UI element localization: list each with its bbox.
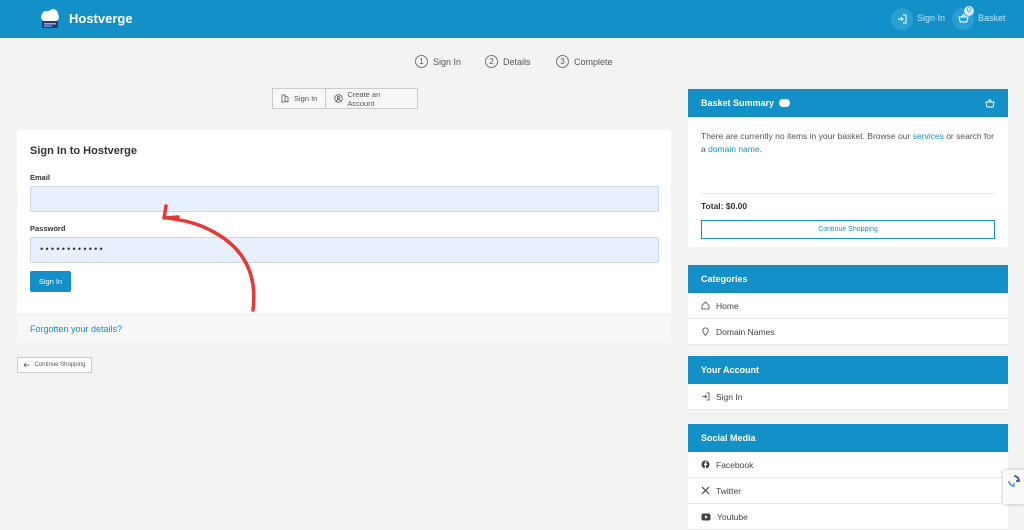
account-item-sign-in[interactable]: Sign In <box>688 384 1008 410</box>
youtube-icon <box>701 513 711 520</box>
email-field[interactable] <box>30 186 659 212</box>
basket-empty-text: There are currently no items in your bas… <box>701 130 996 156</box>
social-label: Youtube <box>717 511 748 522</box>
basket-count-badge: 0 <box>964 6 974 16</box>
social-label: Facebook <box>716 459 754 470</box>
create-account-button[interactable]: Create an Account <box>325 89 417 108</box>
step-number: 3 <box>556 55 569 68</box>
home-icon <box>701 301 710 310</box>
social-media-header: Social Media <box>688 424 1008 452</box>
signin-icon <box>281 94 289 103</box>
basket-nav-link[interactable]: Basket <box>978 13 1006 23</box>
social-item-youtube[interactable]: Youtube <box>688 504 1008 530</box>
annotation-arrow-icon <box>162 204 256 312</box>
basket-text-part: There are currently no items in your bas… <box>701 131 913 141</box>
social-label: Twitter <box>716 485 742 496</box>
arrow-left-icon <box>23 362 30 368</box>
account-list: Sign In <box>688 384 1008 410</box>
step-sign-in: 1 Sign In <box>415 55 461 68</box>
basket-icon <box>985 99 995 108</box>
signin-nav-icon[interactable] <box>891 8 913 30</box>
login-panel: Sign In to Hostverge Email Password ••••… <box>17 130 671 313</box>
password-label: Password <box>30 224 66 233</box>
facebook-icon <box>701 460 710 469</box>
loading-pill-icon <box>779 99 791 107</box>
social-list: Facebook Twitter Youtube <box>688 452 1008 530</box>
signin-submit-button[interactable]: Sign In <box>30 271 71 292</box>
basket-summary-title: Basket Summary <box>701 98 775 108</box>
top-navbar: Hostverge Sign In 0 Basket <box>0 0 1024 38</box>
user-circle-icon <box>334 94 344 103</box>
divider <box>701 193 995 194</box>
basket-summary-body: There are currently no items in your bas… <box>688 117 1008 247</box>
forgot-details-link[interactable]: Forgotten your details? <box>30 324 122 334</box>
basket-summary-header: Basket Summary <box>688 89 1008 117</box>
services-link[interactable]: services <box>913 131 944 141</box>
login-title: Sign In to Hostverge <box>30 145 137 157</box>
step-label: Complete <box>574 56 613 67</box>
forgot-details-bar: Forgotten your details? <box>17 316 671 343</box>
continue-shopping-label: Continue Shopping <box>34 362 86 368</box>
account-label: Sign In <box>716 391 743 402</box>
step-number: 2 <box>485 55 498 68</box>
step-details: 2 Details <box>485 55 531 68</box>
step-number: 1 <box>415 55 428 68</box>
continue-shopping-button[interactable]: Continue Shopping <box>17 357 92 373</box>
categories-header: Categories <box>688 265 1008 293</box>
sidebar: Basket Summary There are currently no it… <box>688 89 1008 530</box>
checkout-steps: 1 Sign In 2 Details 3 Complete <box>0 55 1024 71</box>
basket-text-part: . <box>759 144 762 154</box>
brand-name[interactable]: Hostverge <box>69 11 133 26</box>
sign-in-icon <box>702 392 710 401</box>
category-label: Domain Names <box>716 326 775 337</box>
signin-tab-label: Sign In <box>293 94 318 103</box>
email-label: Email <box>30 173 51 182</box>
recaptcha-icon <box>1008 475 1020 487</box>
create-account-label: Create an Account <box>347 89 381 108</box>
signin-tab-button[interactable]: Sign In <box>273 89 325 108</box>
step-complete: 3 Complete <box>556 55 613 68</box>
step-label: Sign In <box>433 56 462 67</box>
recaptcha-badge[interactable] <box>1003 470 1024 504</box>
logo-icon[interactable] <box>38 8 62 30</box>
category-item-home[interactable]: Home <box>688 293 1008 319</box>
auth-mode-toggle: Sign In Create an Account <box>272 88 418 109</box>
social-item-facebook[interactable]: Facebook <box>688 452 1008 478</box>
category-label: Home <box>716 300 739 311</box>
step-label: Details <box>503 56 531 67</box>
signin-nav-link[interactable]: Sign In <box>917 13 945 23</box>
basket-total: Total: $0.00 <box>701 201 748 211</box>
your-account-header: Your Account <box>688 356 1008 384</box>
category-item-domain-names[interactable]: Domain Names <box>688 319 1008 345</box>
sidebar-continue-shopping-button[interactable]: Continue Shopping <box>701 220 995 239</box>
x-twitter-icon <box>701 486 710 495</box>
domain-name-link[interactable]: domain name <box>708 144 760 154</box>
password-field[interactable]: •••••••••••• <box>30 237 659 263</box>
categories-list: Home Domain Names <box>688 293 1008 345</box>
map-pin-icon <box>702 327 709 336</box>
social-item-twitter[interactable]: Twitter <box>688 478 1008 504</box>
